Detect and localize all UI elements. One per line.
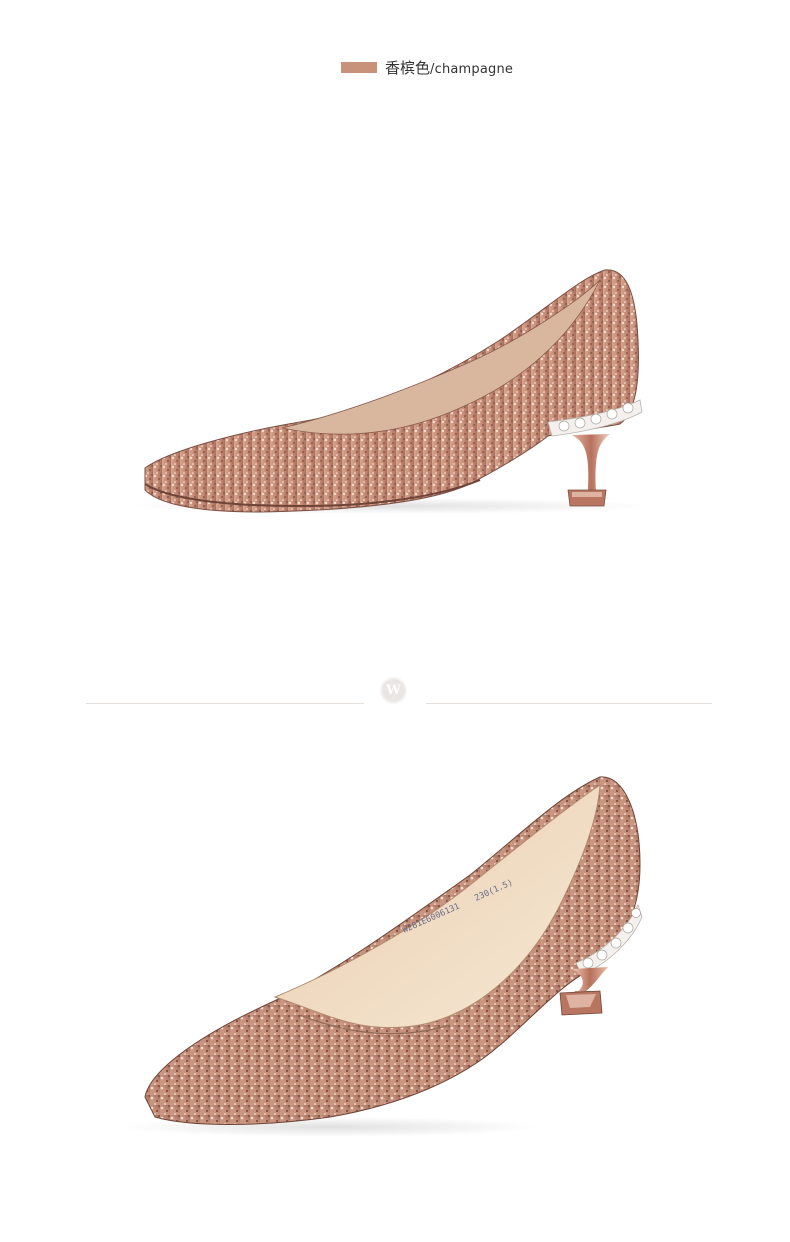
color-option-label: 香槟色/champagne (341, 57, 513, 78)
color-name-cn: 香槟色 (385, 59, 431, 77)
color-swatch (341, 62, 377, 73)
brand-logo-badge: W (380, 677, 407, 704)
divider-line-right (426, 703, 712, 704)
shoe-angle-image: W281E6006131 230(1.5) (0, 735, 790, 1215)
color-name-en: champagne (434, 62, 514, 77)
divider-line-left (86, 703, 364, 704)
color-name: 香槟色/champagne (385, 57, 513, 78)
shoe-side-image (0, 150, 790, 620)
